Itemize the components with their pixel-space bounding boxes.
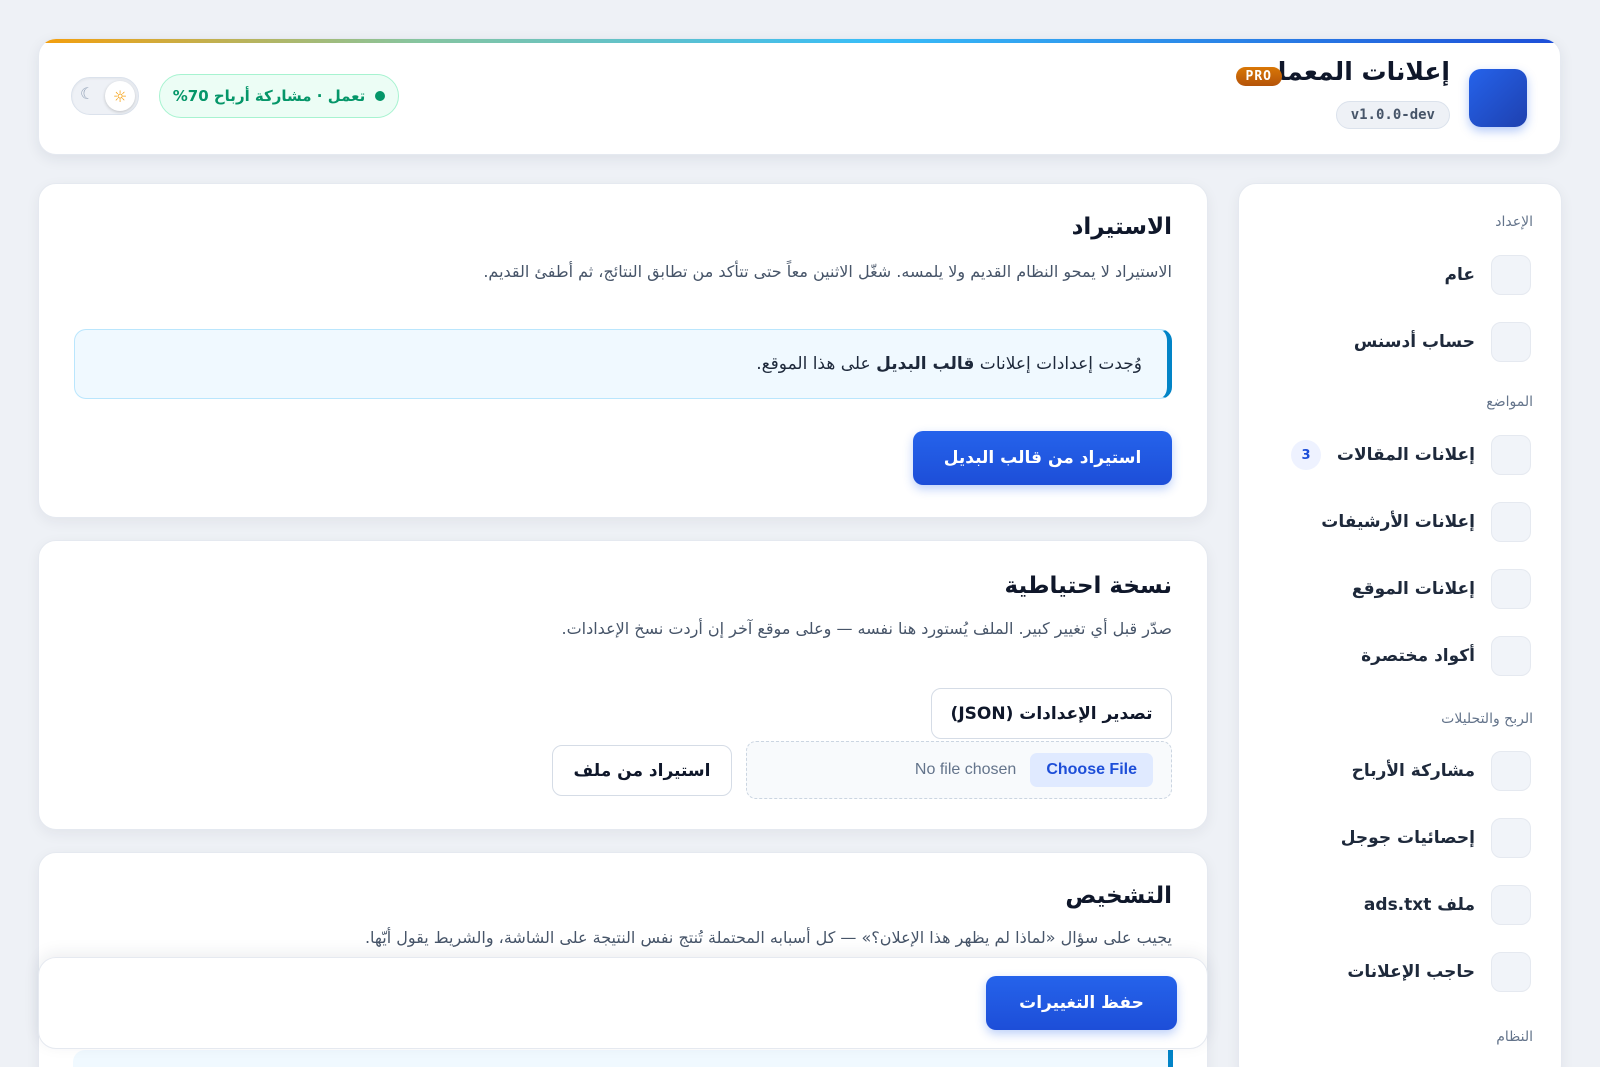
sidebar-item-label: إعلانات المقالات (1336, 445, 1475, 465)
adsense-icon (1491, 322, 1531, 362)
sidebar-item-label: إحصائيات جوجل (1340, 828, 1475, 848)
choose-file-button[interactable]: Choose File (1030, 753, 1153, 787)
shortcodes-icon (1491, 636, 1531, 676)
sidebar-item-label: إعلانات الموقع (1351, 579, 1475, 599)
sidebar-section-setup: الإعداد (1495, 214, 1533, 230)
notice-suffix: على هذا الموقع. (756, 354, 877, 374)
version-pill: v1.0.0-dev (1335, 101, 1450, 129)
revenue-share-icon (1491, 751, 1531, 791)
sidebar-item-label: حاجب الإعلانات (1347, 962, 1475, 982)
sidebar-item-adsense-account[interactable]: حساب أدسنس (1261, 321, 1531, 363)
status-text: تعمل · مشاركة أرباح 70% (172, 87, 366, 105)
sidebar-item-label: مشاركة الأرباح (1351, 761, 1475, 781)
card-title: نسخة احتياطية (1004, 573, 1172, 599)
article-ads-icon (1491, 435, 1531, 475)
no-file-text: No file chosen (914, 761, 1017, 778)
brand-logo (1469, 69, 1527, 127)
sidebar-item-google-analytics[interactable]: إحصائيات جوجل (1261, 817, 1531, 859)
app-header: إعلانات المعمار PRO v1.0.0-dev تعمل · مش… (38, 38, 1561, 155)
export-settings-button[interactable]: تصدير الإعدادات (JSON) (931, 688, 1172, 739)
brand-title: إعلانات المعمار (1263, 57, 1450, 86)
card-title: التشخيص (1065, 883, 1172, 909)
status-dot-icon (375, 91, 386, 101)
import-from-file-button[interactable]: استيراد من ملف (552, 745, 732, 796)
card-description: يجيب على سؤال «لماذا لم يظهر هذا الإعلان… (364, 928, 1172, 947)
pro-badge: PRO (1235, 67, 1282, 86)
sidebar-section-revenue: الربح والتحليلات (1441, 711, 1533, 727)
sidebar-item-label: عام (1444, 265, 1475, 285)
sidebar-item-ads-txt[interactable]: ملف ads.txt (1261, 884, 1531, 926)
sidebar-item-adblock[interactable]: حاجب الإعلانات (1261, 951, 1531, 993)
adblock-icon (1491, 952, 1531, 992)
sidebar-item-revenue-share[interactable]: مشاركة الأرباح (1261, 750, 1531, 792)
import-notice: وُجدت إعدادات إعلانات قالب البديل على هذ… (74, 329, 1172, 399)
general-icon (1491, 255, 1531, 295)
sidebar-section-placements: المواضع (1486, 394, 1533, 410)
count-badge: 3 (1291, 440, 1321, 470)
sidebar-item-general[interactable]: عام (1261, 254, 1531, 296)
diagnostics-notice (73, 1050, 1173, 1067)
save-changes-button[interactable]: حفظ التغييرات (986, 976, 1177, 1030)
header-accent-bar (39, 39, 1560, 43)
notice-text: وُجدت إعدادات إعلانات قالب البديل على هذ… (756, 354, 1142, 374)
sun-icon: ☼ (105, 81, 135, 111)
import-card: الاستيراد الاستيراد لا يمحو النظام القدي… (38, 183, 1208, 518)
sidebar: الإعداد عام حساب أدسنس المواضع إعلانات ا… (1238, 183, 1562, 1067)
backup-card: نسخة احتياطية صدّر قبل أي تغيير كبير. ال… (38, 540, 1208, 830)
notice-prefix: وُجدت إعدادات إعلانات (974, 354, 1142, 374)
site-ads-icon (1491, 569, 1531, 609)
card-description: صدّر قبل أي تغيير كبير. الملف يُستورد هن… (561, 619, 1173, 638)
sidebar-item-label: حساب أدسنس (1353, 332, 1475, 352)
sidebar-item-label: أكواد مختصرة (1361, 646, 1475, 666)
card-title: الاستيراد (1071, 214, 1172, 240)
moon-icon: ☾ (80, 84, 95, 103)
sidebar-section-system: النظام (1496, 1029, 1533, 1045)
notice-source-name: قالب البديل (876, 354, 975, 374)
sidebar-item-label: إعلانات الأرشيفات (1321, 512, 1475, 532)
import-from-theme-button[interactable]: استيراد من قالب البديل (913, 431, 1172, 485)
save-bar: حفظ التغييرات (38, 957, 1208, 1049)
file-input[interactable]: No file chosen Choose File (746, 741, 1172, 799)
sidebar-item-site-ads[interactable]: إعلانات الموقع (1261, 568, 1531, 610)
file-icon (1491, 885, 1531, 925)
theme-toggle[interactable]: ☼ ☾ (71, 77, 139, 115)
sidebar-item-article-ads[interactable]: إعلانات المقالات 3 (1261, 434, 1531, 476)
archive-ads-icon (1491, 502, 1531, 542)
card-description: الاستيراد لا يمحو النظام القديم ولا يلمس… (483, 262, 1172, 281)
sidebar-item-shortcodes[interactable]: أكواد مختصرة (1261, 635, 1531, 677)
sidebar-item-archive-ads[interactable]: إعلانات الأرشيفات (1261, 501, 1531, 543)
sidebar-item-label: ملف ads.txt (1363, 895, 1475, 915)
analytics-icon (1491, 818, 1531, 858)
status-badge: تعمل · مشاركة أرباح 70% (159, 74, 399, 118)
